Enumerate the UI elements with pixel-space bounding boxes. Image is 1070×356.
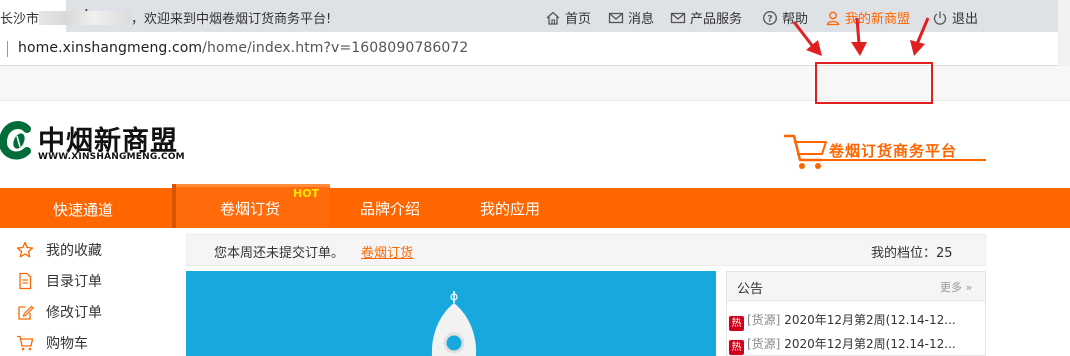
announcement-source: [货源] <box>747 337 781 351</box>
tab-my-apps[interactable]: 我的应用 <box>480 198 540 219</box>
announcement-item[interactable]: 热 [货源] 2020年12月第2周(12.14-12... <box>729 311 983 331</box>
announcement-text: 2020年12月第2周(12.14-12... <box>780 313 956 327</box>
order-notice-text: 您本周还未提交订单。 <box>214 246 345 261</box>
url-text[interactable]: home.xinshangmeng.com/home/index.htm?v=1… <box>18 40 468 56</box>
help-icon: ? <box>763 11 777 25</box>
nav-product-services[interactable]: 产品服务 <box>670 8 743 27</box>
rocket-illustration-icon <box>431 291 477 356</box>
address-divider <box>7 41 8 57</box>
nav-messages-label: 消息 <box>628 12 655 27</box>
sidebar-item-label: 修改订单 <box>46 305 102 321</box>
order-notice-link[interactable]: 卷烟订货 <box>361 242 413 261</box>
sidebar-item-label: 我的收藏 <box>46 243 102 259</box>
nav-logout-label: 退出 <box>952 12 979 27</box>
welcome-message: 长沙市 ，欢迎来到中烟卷烟订货商务平台! <box>0 8 331 27</box>
hot-tag: 热 <box>729 340 744 355</box>
hot-badge: HOT <box>293 187 320 200</box>
annotation-highlight-box <box>815 62 933 104</box>
announcement-more-link[interactable]: 更多 » <box>940 279 972 295</box>
tab-brand-intro[interactable]: 品牌介绍 <box>360 198 420 219</box>
sidebar-item-edit-order[interactable]: 修改订单 <box>16 302 102 322</box>
nav-home-label: 首页 <box>565 12 592 27</box>
announcement-title: 公告 <box>737 282 764 297</box>
tab-cigarette-ordering-label[interactable]: 卷烟订货 <box>220 198 280 219</box>
hot-tag: 热 <box>729 316 744 331</box>
cart-icon <box>17 335 34 351</box>
promo-banner[interactable] <box>186 271 716 356</box>
redacted-username <box>39 11 132 25</box>
nav-product-services-label: 产品服务 <box>690 12 743 27</box>
nav-messages[interactable]: 消息 <box>608 8 655 27</box>
mail-icon <box>670 12 686 24</box>
city-label: 长沙市 <box>0 12 40 27</box>
sidebar-item-favorites[interactable]: 我的收藏 <box>16 240 102 260</box>
sidebar-item-catalog-orders[interactable]: 目录订单 <box>16 271 102 291</box>
document-icon <box>19 272 32 290</box>
nav-home[interactable]: 首页 <box>545 8 592 27</box>
welcome-text: ，欢迎来到中烟卷烟订货商务平台! <box>131 12 332 27</box>
platform-name: 卷烟订货商务平台 <box>829 142 958 160</box>
brand-domain: WWW.XINSHANGMENG.COM <box>38 152 185 162</box>
mail-icon <box>608 12 624 24</box>
star-icon <box>16 241 34 258</box>
announcement-item[interactable]: 热 [货源] 2020年12月第2周(12.14-12... <box>729 335 983 355</box>
announcement-text: 2020年12月第2周(12.14-12... <box>780 337 956 351</box>
sidebar-item-label: 目录订单 <box>46 274 102 290</box>
announcement-source: [货源] <box>747 313 781 327</box>
annotation-arrows <box>792 17 930 56</box>
sidebar-item-label: 购物车 <box>46 336 88 352</box>
url-path: /home/index.htm?v=1608090786072 <box>202 40 469 56</box>
user-level: 我的档位：25 <box>871 246 953 261</box>
svg-text:?: ? <box>767 15 772 25</box>
home-icon <box>546 11 560 25</box>
sidebar-item-cart[interactable]: 购物车 <box>16 333 88 353</box>
edit-icon <box>18 305 34 320</box>
brand-logo-icon <box>0 121 31 160</box>
quick-access-label: 快速通道 <box>53 201 114 219</box>
window-scroll-area <box>1058 0 1070 66</box>
url-host: home.xinshangmeng.com <box>18 40 203 56</box>
